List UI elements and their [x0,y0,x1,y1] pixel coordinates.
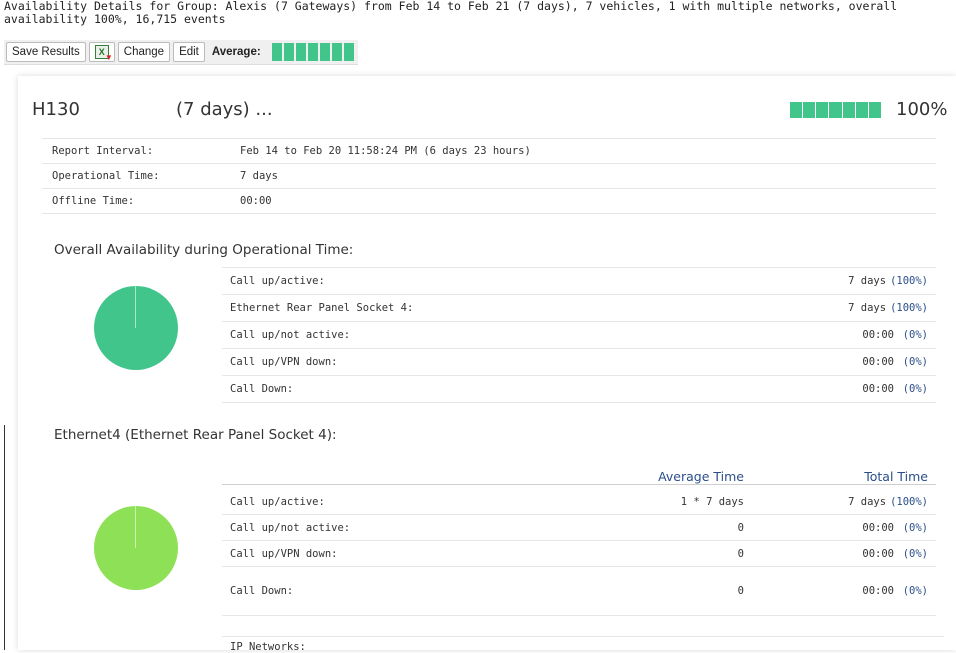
row-label: Call Down: [230,383,294,395]
table-row: Call Down: 00:00 (0%) [222,376,936,403]
row-time: 00:00 (0%) [862,547,928,560]
table-row: Call up/active: 1 * 7 days 7 days (100%) [222,489,936,515]
info-row: Operational Time: 7 days [42,164,936,189]
save-results-button[interactable]: Save Results [6,42,86,62]
row-time: 00:00 (0%) [862,383,928,395]
info-label: Operational Time: [52,170,160,182]
info-table: Report Interval: Feb 14 to Feb 20 11:58:… [42,138,936,214]
average-label: Average: [211,46,261,58]
overall-availability-title: Overall Availability during Operational … [54,242,354,258]
vehicle-availability-pct: 100% [896,99,948,120]
excel-export-icon: X ▼ [94,45,113,62]
row-label: Call up/not active: [230,329,351,341]
row-label: Call up/active: [230,495,325,508]
table-row: Call up/active: 7 days (100%) [222,268,936,295]
row-average: 0 [737,521,744,534]
info-label: Offline Time: [52,195,135,207]
row-time: 00:00 (0%) [862,356,928,368]
vehicle-panel: H130 (7 days) ... 100% Report Interval: … [18,76,956,653]
average-availability-bar [271,43,354,61]
row-time: 00:00 (0%) [862,329,928,341]
column-header-total-time[interactable]: Total Time [778,469,936,484]
row-time: 00:00 (0%) [862,585,928,597]
row-label: Call up/not active: [230,521,351,534]
overall-availability-pie [94,286,178,370]
ethernet-table: Call up/active: 1 * 7 days 7 days (100%) … [222,489,936,616]
table-row: Call up/VPN down: 0 00:00 (0%) [222,541,936,567]
left-divider [4,425,5,650]
change-button[interactable]: Change [117,42,171,62]
info-label: Report Interval: [52,145,154,157]
vehicle-availability-bar [790,102,882,118]
info-row: Offline Time: 00:00 [42,189,936,214]
row-label: Call Down: [230,585,294,597]
row-label: Call up/VPN down: [230,356,338,368]
row-label: Call up/VPN down: [230,547,338,560]
info-value: 00:00 [240,195,272,207]
ip-networks-label: IP Networks: [222,636,944,653]
row-label: Ethernet Rear Panel Socket 4: [230,302,414,314]
ethernet-title: Ethernet4 (Ethernet Rear Panel Socket 4)… [54,427,337,443]
row-average: 1 * 7 days [680,495,744,508]
row-time: 7 days (100%) [848,302,928,314]
table-row: Call Down: 0 00:00 (0%) [222,567,936,616]
vehicle-days[interactable]: (7 days) ... [176,99,273,120]
row-average: 0 [737,547,744,560]
row-average: 0 [737,585,744,597]
table-row: Call up/not active: 0 00:00 (0%) [222,515,936,541]
ethernet-table-header: Average Time Total Time [222,464,936,485]
row-time: 7 days (100%) [848,495,928,508]
row-time: 7 days (100%) [848,275,928,287]
vehicle-name[interactable]: H130 [32,99,80,120]
row-label: Call up/active: [230,275,325,287]
row-time: 00:00 (0%) [862,521,928,534]
toolbar: Save Results X ▼ Change Edit Average: [4,40,358,65]
info-row: Report Interval: Feb 14 to Feb 20 11:58:… [42,139,936,164]
table-row: Call up/not active: 00:00 (0%) [222,322,936,349]
availability-summary: Availability Details for Group: Alexis (… [4,0,898,26]
column-header-average-time[interactable]: Average Time [510,469,778,484]
ethernet-availability-pie [94,506,178,590]
edit-button[interactable]: Edit [173,42,205,62]
table-row: Ethernet Rear Panel Socket 4: 7 days (100… [222,295,936,322]
export-excel-button[interactable]: X ▼ [88,42,115,62]
info-value: 7 days [240,170,278,182]
info-value: Feb 14 to Feb 20 11:58:24 PM (6 days 23 … [240,145,531,157]
overall-availability-table: Call up/active: 7 days (100%) Ethernet Re… [222,267,936,403]
table-row: Call up/VPN down: 00:00 (0%) [222,349,936,376]
